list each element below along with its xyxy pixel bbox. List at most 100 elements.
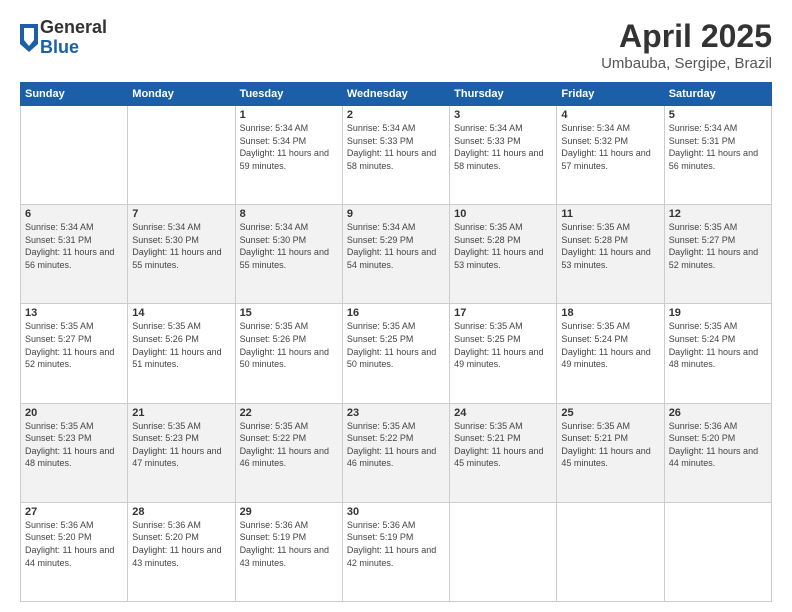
day-number: 7 [132, 208, 230, 220]
calendar-cell: 7Sunrise: 5:34 AM Sunset: 5:30 PM Daylig… [128, 205, 235, 304]
week-row-3: 13Sunrise: 5:35 AM Sunset: 5:27 PM Dayli… [21, 304, 772, 403]
day-info: Sunrise: 5:34 AM Sunset: 5:31 PM Dayligh… [669, 122, 767, 172]
calendar-cell: 26Sunrise: 5:36 AM Sunset: 5:20 PM Dayli… [664, 403, 771, 502]
col-friday: Friday [557, 83, 664, 106]
col-sunday: Sunday [21, 83, 128, 106]
day-info: Sunrise: 5:35 AM Sunset: 5:28 PM Dayligh… [561, 221, 659, 271]
logo: General Blue [20, 18, 107, 58]
calendar-cell: 16Sunrise: 5:35 AM Sunset: 5:25 PM Dayli… [342, 304, 449, 403]
calendar-cell: 29Sunrise: 5:36 AM Sunset: 5:19 PM Dayli… [235, 502, 342, 601]
day-info: Sunrise: 5:35 AM Sunset: 5:24 PM Dayligh… [561, 320, 659, 370]
day-info: Sunrise: 5:34 AM Sunset: 5:30 PM Dayligh… [132, 221, 230, 271]
calendar-cell [450, 502, 557, 601]
day-number: 28 [132, 506, 230, 518]
calendar-cell: 13Sunrise: 5:35 AM Sunset: 5:27 PM Dayli… [21, 304, 128, 403]
day-info: Sunrise: 5:34 AM Sunset: 5:30 PM Dayligh… [240, 221, 338, 271]
title-month: April 2025 [601, 18, 772, 55]
calendar-cell [128, 106, 235, 205]
day-number: 30 [347, 506, 445, 518]
calendar-cell: 15Sunrise: 5:35 AM Sunset: 5:26 PM Dayli… [235, 304, 342, 403]
calendar-cell: 24Sunrise: 5:35 AM Sunset: 5:21 PM Dayli… [450, 403, 557, 502]
title-location: Umbauba, Sergipe, Brazil [601, 55, 772, 72]
day-info: Sunrise: 5:34 AM Sunset: 5:34 PM Dayligh… [240, 122, 338, 172]
day-info: Sunrise: 5:35 AM Sunset: 5:26 PM Dayligh… [132, 320, 230, 370]
calendar-cell: 4Sunrise: 5:34 AM Sunset: 5:32 PM Daylig… [557, 106, 664, 205]
day-number: 21 [132, 407, 230, 419]
calendar-cell: 2Sunrise: 5:34 AM Sunset: 5:33 PM Daylig… [342, 106, 449, 205]
calendar-cell: 8Sunrise: 5:34 AM Sunset: 5:30 PM Daylig… [235, 205, 342, 304]
day-info: Sunrise: 5:36 AM Sunset: 5:20 PM Dayligh… [25, 519, 123, 569]
day-number: 9 [347, 208, 445, 220]
calendar-cell: 19Sunrise: 5:35 AM Sunset: 5:24 PM Dayli… [664, 304, 771, 403]
col-saturday: Saturday [664, 83, 771, 106]
calendar-cell: 3Sunrise: 5:34 AM Sunset: 5:33 PM Daylig… [450, 106, 557, 205]
day-info: Sunrise: 5:35 AM Sunset: 5:25 PM Dayligh… [454, 320, 552, 370]
day-number: 23 [347, 407, 445, 419]
day-number: 11 [561, 208, 659, 220]
col-wednesday: Wednesday [342, 83, 449, 106]
day-number: 27 [25, 506, 123, 518]
day-number: 4 [561, 109, 659, 121]
calendar-cell: 28Sunrise: 5:36 AM Sunset: 5:20 PM Dayli… [128, 502, 235, 601]
calendar-cell: 6Sunrise: 5:34 AM Sunset: 5:31 PM Daylig… [21, 205, 128, 304]
logo-icon [20, 24, 38, 52]
calendar-cell [557, 502, 664, 601]
calendar-table: Sunday Monday Tuesday Wednesday Thursday… [20, 82, 772, 602]
day-number: 6 [25, 208, 123, 220]
day-number: 29 [240, 506, 338, 518]
day-info: Sunrise: 5:36 AM Sunset: 5:19 PM Dayligh… [240, 519, 338, 569]
day-number: 16 [347, 307, 445, 319]
day-number: 25 [561, 407, 659, 419]
day-number: 13 [25, 307, 123, 319]
calendar-cell [21, 106, 128, 205]
calendar-cell: 21Sunrise: 5:35 AM Sunset: 5:23 PM Dayli… [128, 403, 235, 502]
day-number: 20 [25, 407, 123, 419]
day-info: Sunrise: 5:35 AM Sunset: 5:27 PM Dayligh… [669, 221, 767, 271]
calendar-cell: 23Sunrise: 5:35 AM Sunset: 5:22 PM Dayli… [342, 403, 449, 502]
calendar-cell: 25Sunrise: 5:35 AM Sunset: 5:21 PM Dayli… [557, 403, 664, 502]
calendar-cell: 27Sunrise: 5:36 AM Sunset: 5:20 PM Dayli… [21, 502, 128, 601]
logo-blue-text: Blue [40, 37, 79, 57]
calendar-cell: 10Sunrise: 5:35 AM Sunset: 5:28 PM Dayli… [450, 205, 557, 304]
day-info: Sunrise: 5:35 AM Sunset: 5:27 PM Dayligh… [25, 320, 123, 370]
day-info: Sunrise: 5:35 AM Sunset: 5:22 PM Dayligh… [240, 420, 338, 470]
day-number: 22 [240, 407, 338, 419]
calendar-cell: 30Sunrise: 5:36 AM Sunset: 5:19 PM Dayli… [342, 502, 449, 601]
week-row-4: 20Sunrise: 5:35 AM Sunset: 5:23 PM Dayli… [21, 403, 772, 502]
day-info: Sunrise: 5:35 AM Sunset: 5:23 PM Dayligh… [132, 420, 230, 470]
week-row-2: 6Sunrise: 5:34 AM Sunset: 5:31 PM Daylig… [21, 205, 772, 304]
day-number: 2 [347, 109, 445, 121]
header: General Blue April 2025 Umbauba, Sergipe… [20, 18, 772, 72]
day-info: Sunrise: 5:35 AM Sunset: 5:24 PM Dayligh… [669, 320, 767, 370]
day-info: Sunrise: 5:34 AM Sunset: 5:33 PM Dayligh… [347, 122, 445, 172]
day-info: Sunrise: 5:34 AM Sunset: 5:33 PM Dayligh… [454, 122, 552, 172]
day-number: 26 [669, 407, 767, 419]
day-info: Sunrise: 5:36 AM Sunset: 5:20 PM Dayligh… [669, 420, 767, 470]
day-number: 10 [454, 208, 552, 220]
day-info: Sunrise: 5:35 AM Sunset: 5:25 PM Dayligh… [347, 320, 445, 370]
calendar-cell: 1Sunrise: 5:34 AM Sunset: 5:34 PM Daylig… [235, 106, 342, 205]
page: General Blue April 2025 Umbauba, Sergipe… [0, 0, 792, 612]
day-number: 15 [240, 307, 338, 319]
day-info: Sunrise: 5:34 AM Sunset: 5:31 PM Dayligh… [25, 221, 123, 271]
day-info: Sunrise: 5:35 AM Sunset: 5:22 PM Dayligh… [347, 420, 445, 470]
day-number: 18 [561, 307, 659, 319]
logo-general-text: General [40, 17, 107, 37]
calendar-cell: 22Sunrise: 5:35 AM Sunset: 5:22 PM Dayli… [235, 403, 342, 502]
day-info: Sunrise: 5:36 AM Sunset: 5:19 PM Dayligh… [347, 519, 445, 569]
week-row-1: 1Sunrise: 5:34 AM Sunset: 5:34 PM Daylig… [21, 106, 772, 205]
title-block: April 2025 Umbauba, Sergipe, Brazil [601, 18, 772, 72]
calendar-cell: 9Sunrise: 5:34 AM Sunset: 5:29 PM Daylig… [342, 205, 449, 304]
day-info: Sunrise: 5:36 AM Sunset: 5:20 PM Dayligh… [132, 519, 230, 569]
day-info: Sunrise: 5:34 AM Sunset: 5:32 PM Dayligh… [561, 122, 659, 172]
day-info: Sunrise: 5:35 AM Sunset: 5:26 PM Dayligh… [240, 320, 338, 370]
day-number: 8 [240, 208, 338, 220]
day-info: Sunrise: 5:35 AM Sunset: 5:23 PM Dayligh… [25, 420, 123, 470]
day-info: Sunrise: 5:35 AM Sunset: 5:21 PM Dayligh… [454, 420, 552, 470]
col-monday: Monday [128, 83, 235, 106]
day-info: Sunrise: 5:35 AM Sunset: 5:21 PM Dayligh… [561, 420, 659, 470]
calendar-cell: 11Sunrise: 5:35 AM Sunset: 5:28 PM Dayli… [557, 205, 664, 304]
col-thursday: Thursday [450, 83, 557, 106]
day-number: 24 [454, 407, 552, 419]
calendar-cell: 14Sunrise: 5:35 AM Sunset: 5:26 PM Dayli… [128, 304, 235, 403]
